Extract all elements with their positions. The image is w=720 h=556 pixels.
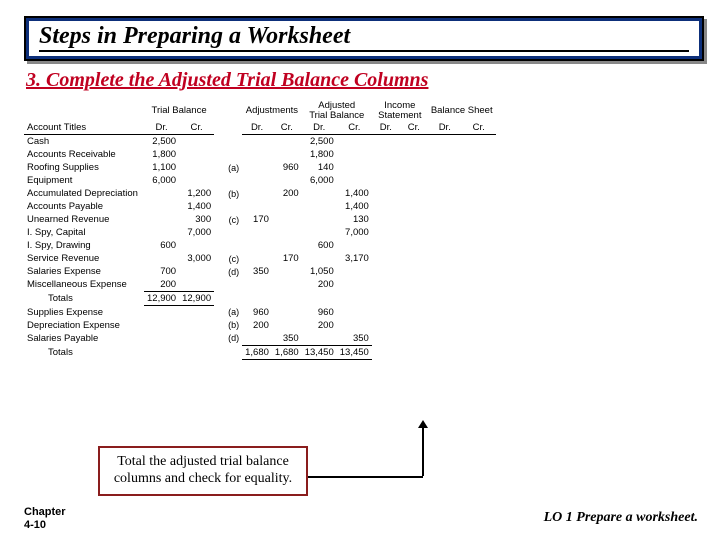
table-row-totals-1: Totals 12,900 12,900 [24, 292, 496, 306]
table-row: Service Revenue3,000(c)1703,170 [24, 252, 496, 265]
table-row: Roofing Supplies1,100(a)960140 [24, 161, 496, 174]
table-row-totals-2: Totals 1,680 1,680 13,450 13,450 [24, 345, 496, 359]
table-row: Equipment6,0006,000 [24, 174, 496, 187]
table-row: I. Spy, Capital7,0007,000 [24, 226, 496, 239]
col-header-adjusted-tb: AdjustedTrial Balance [302, 100, 372, 121]
arrow-connector [422, 426, 424, 476]
table-row: Unearned Revenue300(c)170130 [24, 213, 496, 226]
table-row: Accumulated Depreciation1,200(b)2001,400 [24, 187, 496, 200]
table-row: I. Spy, Drawing600600 [24, 239, 496, 252]
arrow-head-icon [418, 420, 428, 428]
table-row: Accounts Payable1,4001,400 [24, 200, 496, 213]
table-row: Salaries Expense700(d)3501,050 [24, 265, 496, 278]
slide-title: Steps in Preparing a Worksheet [39, 23, 689, 52]
table-row: Cash2,5002,500 [24, 135, 496, 149]
table-row: Accounts Receivable1,8001,800 [24, 148, 496, 161]
col-header-balance-sheet: Balance Sheet [428, 100, 496, 121]
worksheet-table: Trial Balance Adjustments AdjustedTrial … [24, 100, 496, 360]
col-header-trial-balance: Trial Balance [144, 100, 214, 121]
callout-box: Total the adjusted trial balance columns… [98, 446, 308, 496]
chapter-label: Chapter 4-10 [24, 506, 66, 532]
learning-objective: LO 1 Prepare a worksheet. [544, 510, 698, 526]
table-row: Depreciation Expense(b)200200 [24, 319, 496, 332]
col-header-income-statement: IncomeStatement [372, 100, 428, 121]
step-subtitle: 3. Complete the Adjusted Trial Balance C… [26, 69, 720, 92]
arrow-connector [308, 476, 423, 478]
col-header-adjustments: Adjustments [242, 100, 302, 121]
table-row: Supplies Expense(a)960960 [24, 306, 496, 319]
table-row: Salaries Payable(d)350350 [24, 332, 496, 346]
col-header-account-titles: Account Titles [24, 121, 144, 135]
slide-title-banner: Steps in Preparing a Worksheet [24, 16, 704, 61]
table-row: Miscellaneous Expense200200 [24, 278, 496, 292]
